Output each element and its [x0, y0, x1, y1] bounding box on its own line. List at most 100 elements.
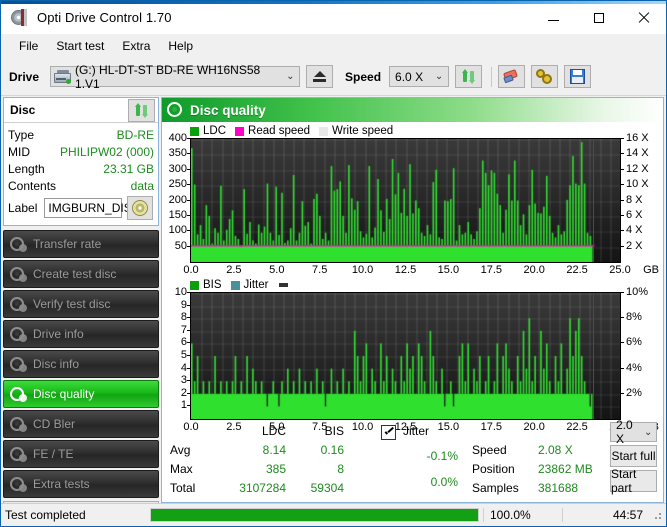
- x-tick-label: 12.5: [394, 264, 417, 276]
- sidebar-item-disc-info[interactable]: Disc info: [3, 350, 159, 378]
- y2-tick-label: 8 X: [626, 193, 643, 206]
- sidebar-item-extra-tests[interactable]: Extra tests: [3, 470, 159, 498]
- y-tick-label: 10: [174, 286, 187, 298]
- disc-panel-header: Disc: [4, 98, 158, 123]
- ldc-y2-axis: 2 X 4 X 6 X 8 X 10 X 12 X 14 X 16 X: [621, 132, 661, 261]
- jitter-max-value: 0.0%: [430, 474, 458, 489]
- y2-tick-label: 6 X: [626, 208, 643, 221]
- minimize-button[interactable]: [531, 1, 576, 34]
- maximize-button[interactable]: [576, 1, 621, 34]
- test-speed-select[interactable]: 2.0 X ⌄: [610, 418, 657, 446]
- app-window: Opti Drive Control 1.70 File Start test …: [0, 0, 667, 527]
- bis-plot-row: 1 2 3 4 5 6 7 8 9 10 2% 4% 6% 8% 10%: [164, 286, 661, 420]
- test-speed-value: 2.0 X: [616, 418, 633, 446]
- stats-row-total-label: Total: [170, 481, 196, 495]
- bis-chart: BIS Jitter 1 2 3 4 5 6 7 8 9 10 2% 4% 6% 8% 10%: [164, 278, 661, 435]
- x-tick-label: 2.5: [226, 264, 242, 276]
- disc-bler-icon: [9, 416, 27, 432]
- erase-button[interactable]: [498, 65, 526, 88]
- ldc-x-axis: 0.0 2.5 5.0 7.5 10.0 12.5 15.0 17.5 20.0 22.5 25.0…: [164, 263, 661, 278]
- window-controls: [531, 1, 666, 34]
- legend-swatch-ldc: [190, 126, 199, 136]
- drive-icon: [54, 69, 72, 84]
- y2-tick-label: 2%: [626, 386, 642, 399]
- sidebar-item-fe-te[interactable]: FE / TE: [3, 440, 159, 468]
- jitter-checkbox-cell: [370, 422, 396, 441]
- sidebar-item-label: Extra tests: [33, 477, 90, 491]
- page-title: Disc quality: [190, 102, 266, 118]
- disc-row-contents-key: Contents: [8, 178, 57, 193]
- cd-icon: [132, 200, 149, 216]
- disc-row-type: Type BD-RE: [8, 126, 154, 143]
- ldc-y-axis: 50 100 150 200 250 300 350 400: [164, 132, 190, 261]
- menu-file[interactable]: File: [10, 36, 47, 56]
- disc-label-input[interactable]: IMGBURN_DIS: [44, 198, 132, 218]
- menu-extra[interactable]: Extra: [113, 36, 159, 56]
- disc-transfer-icon: [9, 236, 27, 252]
- legend-label-jitter: Jitter: [243, 279, 269, 291]
- sidebar-item-disc-quality[interactable]: Disc quality: [3, 380, 159, 408]
- eject-button[interactable]: [306, 65, 334, 88]
- jitter-marker-icon: [279, 283, 289, 287]
- start-full-button[interactable]: Start full: [610, 445, 657, 467]
- stats-row-total-ldc: 3107284: [239, 481, 286, 495]
- disc-quality-icon: [9, 386, 27, 402]
- sidebar-item-label: Drive info: [33, 327, 84, 341]
- disc-label-browse-button[interactable]: [127, 196, 154, 220]
- app-disc-icon: [11, 8, 29, 27]
- bis-chart-legend: BIS Jitter: [164, 278, 661, 292]
- disc-row-contents-value: data: [130, 178, 154, 193]
- disc-row-mid: MID PHILIPW02 (000): [8, 143, 154, 160]
- drive-label: Drive: [9, 69, 40, 84]
- speed-label: Speed: [345, 69, 382, 84]
- disc-row-type-value: BD-RE: [116, 127, 154, 142]
- main-panel: Disc quality LDC Read speed Write speed …: [161, 97, 664, 503]
- x-tick-label: 10.0: [351, 264, 374, 276]
- stats-corner: [170, 422, 212, 441]
- ldc-plot-row: 50 100 150 200 250 300 350 400 2 X 4 X 6 X 8 X 10 X…: [164, 132, 661, 263]
- sidebar-item-drive-info[interactable]: Drive info: [3, 320, 159, 348]
- save-button[interactable]: [564, 65, 592, 88]
- speed-select-value: 6.0 X: [395, 69, 424, 84]
- drive-select[interactable]: (G:) HL-DT-ST BD-RE WH16NS58 1.V1 ⌄: [50, 63, 301, 91]
- legend-swatch-write-speed: [319, 126, 329, 136]
- jitter-checkbox[interactable]: [381, 425, 396, 441]
- legend-label-write-speed: Write speed: [332, 125, 394, 137]
- content-area: Disc Type BD-RE MID PHILIPW02 (000) Leng…: [1, 96, 666, 524]
- sidebar-item-cd-bler[interactable]: CD Bler: [3, 410, 159, 438]
- disc-refresh-button[interactable]: [128, 98, 155, 122]
- y-tick-label: 50: [174, 239, 187, 252]
- bis-plot-area: [190, 292, 621, 420]
- resize-grip[interactable]: [651, 509, 663, 521]
- disc-panel-title: Disc: [10, 103, 36, 117]
- bis-y-axis: 1 2 3 4 5 6 7 8 9 10: [164, 286, 190, 418]
- sidebar-item-create-test-disc[interactable]: Create test disc: [3, 260, 159, 288]
- close-button[interactable]: [621, 1, 666, 34]
- window-title: Opti Drive Control 1.70: [37, 10, 172, 25]
- progress-bar: [150, 508, 479, 522]
- title-accent: [1, 1, 666, 4]
- sidebar-item-verify-test-disc[interactable]: Verify test disc: [3, 290, 159, 318]
- bis-y2-axis: 2% 4% 6% 8% 10%: [621, 286, 661, 418]
- menu-bar: File Start test Extra Help: [1, 34, 666, 58]
- disc-create-icon: [9, 266, 27, 282]
- y-tick-label: 300: [168, 162, 187, 175]
- x-tick-label: 25.0: [609, 264, 631, 276]
- stats-row-max-label: Max: [170, 462, 193, 476]
- progress-fill: [151, 509, 478, 521]
- drive-select-value: (G:) HL-DT-ST BD-RE WH16NS58 1.V1: [75, 62, 261, 91]
- speed-select[interactable]: 6.0 X ⌄: [389, 66, 450, 87]
- start-part-button[interactable]: Start part: [610, 467, 657, 495]
- menu-start-test[interactable]: Start test: [47, 36, 113, 56]
- stats-panel: LDC BIS Avg 8.14 0.16 Max 385 8 Total 31…: [162, 418, 663, 502]
- disc-label-key: Label: [8, 201, 38, 215]
- jitter-label: Jitter: [403, 424, 430, 438]
- sidebar-item-transfer-rate[interactable]: Transfer rate: [3, 230, 159, 258]
- y-tick-label: 100: [168, 224, 187, 237]
- bis-position-marker: [593, 293, 594, 419]
- refresh-button[interactable]: [455, 65, 483, 88]
- disc-row-length-value: 23.31 GB: [103, 161, 154, 176]
- settings-button[interactable]: [531, 65, 559, 88]
- legend-label-read-speed: Read speed: [248, 125, 311, 137]
- menu-help[interactable]: Help: [159, 36, 202, 56]
